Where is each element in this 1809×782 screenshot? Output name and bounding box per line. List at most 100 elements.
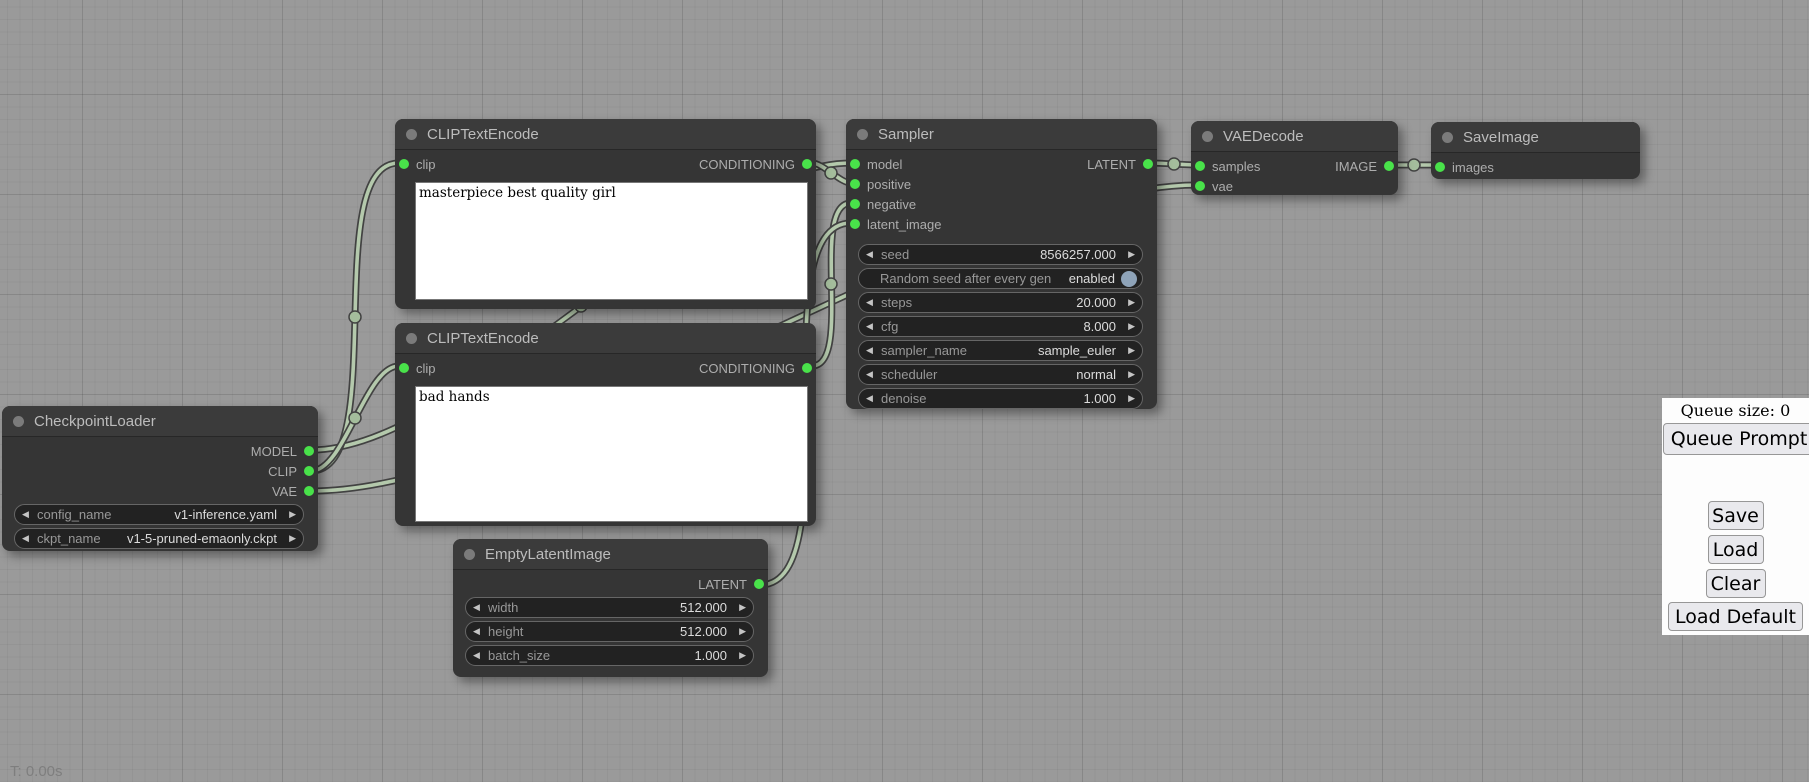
- output-label: LATENT: [698, 577, 747, 592]
- widget-scheduler[interactable]: ◀ scheduler normal ▶: [858, 364, 1143, 385]
- widget-ckpt-name[interactable]: ◀ ckpt_name v1-5-pruned-emaonly.ckpt ▶: [14, 528, 304, 549]
- node-sampler[interactable]: Sampler model LATENT positive negative l…: [846, 119, 1157, 409]
- increment-arrow-icon[interactable]: ▶: [1122, 369, 1135, 380]
- node-title: EmptyLatentImage: [485, 546, 611, 563]
- increment-arrow-icon[interactable]: ▶: [733, 650, 746, 661]
- output-label: LATENT: [1087, 157, 1136, 172]
- widget-value: 512.000: [524, 600, 727, 615]
- decrement-arrow-icon[interactable]: ◀: [22, 533, 35, 544]
- clear-button[interactable]: Clear: [1706, 569, 1766, 598]
- widget-label: height: [488, 624, 523, 639]
- collapse-dot-icon[interactable]: [406, 333, 417, 344]
- node-vae-decode[interactable]: VAEDecode samples IMAGE vae: [1191, 121, 1398, 195]
- widget-width[interactable]: ◀ width 512.000 ▶: [465, 597, 754, 618]
- increment-arrow-icon[interactable]: ▶: [1122, 321, 1135, 332]
- prompt-textarea[interactable]: bad hands: [415, 386, 808, 522]
- widget-height[interactable]: ◀ height 512.000 ▶: [465, 621, 754, 642]
- input-label: positive: [867, 177, 911, 192]
- widget-cfg[interactable]: ◀ cfg 8.000 ▶: [858, 316, 1143, 337]
- input-port-clip[interactable]: [399, 363, 409, 373]
- node-header[interactable]: VAEDecode: [1191, 121, 1398, 152]
- output-port-conditioning[interactable]: [802, 363, 812, 373]
- increment-arrow-icon[interactable]: ▶: [283, 533, 296, 544]
- input-port-vae[interactable]: [1195, 181, 1205, 191]
- input-label: images: [1452, 160, 1494, 175]
- output-port-clip[interactable]: [304, 466, 314, 476]
- output-port-image[interactable]: [1384, 161, 1394, 171]
- prompt-textarea[interactable]: masterpiece best quality girl: [415, 182, 808, 300]
- output-port-latent[interactable]: [754, 579, 764, 589]
- collapse-dot-icon[interactable]: [1442, 132, 1453, 143]
- output-port-vae[interactable]: [304, 486, 314, 496]
- load-default-button[interactable]: Load Default: [1668, 602, 1803, 631]
- node-header[interactable]: SaveImage: [1431, 122, 1640, 153]
- input-port-latent-image[interactable]: [850, 219, 860, 229]
- widget-value: normal: [943, 367, 1116, 382]
- widget-label: width: [488, 600, 518, 615]
- input-port-positive[interactable]: [850, 179, 860, 189]
- decrement-arrow-icon[interactable]: ◀: [473, 650, 486, 661]
- node-save-image[interactable]: SaveImage images: [1431, 122, 1640, 179]
- decrement-arrow-icon[interactable]: ◀: [473, 626, 486, 637]
- widget-label: seed: [881, 247, 909, 262]
- toggle-value: enabled: [1057, 271, 1115, 286]
- decrement-arrow-icon[interactable]: ◀: [866, 345, 879, 356]
- widget-value: 1.000: [556, 648, 727, 663]
- node-clip-text-encode-negative[interactable]: CLIPTextEncode clip CONDITIONING bad han…: [395, 323, 816, 526]
- node-header[interactable]: CLIPTextEncode: [395, 119, 816, 150]
- output-port-model[interactable]: [304, 446, 314, 456]
- output-port-latent[interactable]: [1143, 159, 1153, 169]
- graph-canvas[interactable]: { "icons": { "arrow_left": "◀", "arrow_r…: [0, 0, 1809, 782]
- widget-sampler-name[interactable]: ◀ sampler_name sample_euler ▶: [858, 340, 1143, 361]
- decrement-arrow-icon[interactable]: ◀: [866, 321, 879, 332]
- decrement-arrow-icon[interactable]: ◀: [866, 369, 879, 380]
- load-button[interactable]: Load: [1708, 535, 1764, 564]
- input-port-model[interactable]: [850, 159, 860, 169]
- increment-arrow-icon[interactable]: ▶: [1122, 249, 1135, 260]
- collapse-dot-icon[interactable]: [857, 129, 868, 140]
- collapse-dot-icon[interactable]: [464, 549, 475, 560]
- decrement-arrow-icon[interactable]: ◀: [22, 509, 35, 520]
- widget-steps[interactable]: ◀ steps 20.000 ▶: [858, 292, 1143, 313]
- node-checkpoint-loader[interactable]: CheckpointLoader MODEL CLIP VAE ◀ config…: [2, 406, 318, 551]
- input-port-negative[interactable]: [850, 199, 860, 209]
- decrement-arrow-icon[interactable]: ◀: [866, 393, 879, 404]
- slot-row: CLIP: [2, 461, 318, 481]
- increment-arrow-icon[interactable]: ▶: [1122, 393, 1135, 404]
- input-port-clip[interactable]: [399, 159, 409, 169]
- input-port-samples[interactable]: [1195, 161, 1205, 171]
- save-button[interactable]: Save: [1708, 501, 1764, 530]
- node-header[interactable]: Sampler: [846, 119, 1157, 150]
- increment-arrow-icon[interactable]: ▶: [733, 626, 746, 637]
- slot-row: samples IMAGE: [1191, 156, 1398, 176]
- widget-value: v1-inference.yaml: [117, 507, 277, 522]
- queue-prompt-button[interactable]: Queue Prompt: [1663, 423, 1809, 455]
- node-clip-text-encode-positive[interactable]: CLIPTextEncode clip CONDITIONING masterp…: [395, 119, 816, 309]
- slot-row: clip CONDITIONING: [395, 154, 816, 174]
- increment-arrow-icon[interactable]: ▶: [283, 509, 296, 520]
- decrement-arrow-icon[interactable]: ◀: [866, 297, 879, 308]
- widget-denoise[interactable]: ◀ denoise 1.000 ▶: [858, 388, 1143, 409]
- slot-row: clip CONDITIONING: [395, 358, 816, 378]
- node-header[interactable]: EmptyLatentImage: [453, 539, 768, 570]
- collapse-dot-icon[interactable]: [1202, 131, 1213, 142]
- widget-random-seed-toggle[interactable]: Random seed after every gen enabled: [858, 268, 1143, 289]
- widget-seed[interactable]: ◀ seed 8566257.000 ▶: [858, 244, 1143, 265]
- widget-value: sample_euler: [973, 343, 1116, 358]
- increment-arrow-icon[interactable]: ▶: [1122, 345, 1135, 356]
- increment-arrow-icon[interactable]: ▶: [733, 602, 746, 613]
- toggle-circle-icon[interactable]: [1121, 271, 1137, 287]
- decrement-arrow-icon[interactable]: ◀: [866, 249, 879, 260]
- node-empty-latent-image[interactable]: EmptyLatentImage LATENT ◀ width 512.000 …: [453, 539, 768, 677]
- output-port-conditioning[interactable]: [802, 159, 812, 169]
- node-header[interactable]: CLIPTextEncode: [395, 323, 816, 354]
- widget-config-name[interactable]: ◀ config_name v1-inference.yaml ▶: [14, 504, 304, 525]
- decrement-arrow-icon[interactable]: ◀: [473, 602, 486, 613]
- widget-batch-size[interactable]: ◀ batch_size 1.000 ▶: [465, 645, 754, 666]
- input-port-images[interactable]: [1435, 162, 1445, 172]
- input-label: negative: [867, 197, 916, 212]
- collapse-dot-icon[interactable]: [406, 129, 417, 140]
- increment-arrow-icon[interactable]: ▶: [1122, 297, 1135, 308]
- collapse-dot-icon[interactable]: [13, 416, 24, 427]
- node-header[interactable]: CheckpointLoader: [2, 406, 318, 437]
